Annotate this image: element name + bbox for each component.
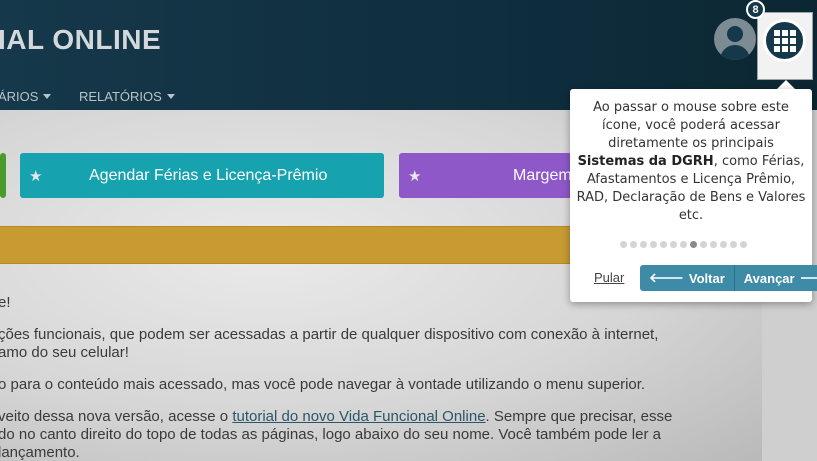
next-button[interactable]: Avançar 🡒 — [733, 265, 817, 291]
intro-text-2: amo do seu celular! — [0, 344, 129, 361]
card-label: Agendar Férias e Licença-Prêmio — [89, 166, 328, 184]
welcome-text: e! — [0, 294, 11, 311]
progress-dot — [710, 241, 717, 248]
progress-dot — [630, 241, 637, 248]
progress-dot — [650, 241, 657, 248]
intro-text-5: do no canto direito do topo de todas as … — [0, 426, 661, 443]
back-button[interactable]: 🡐 Voltar — [640, 265, 734, 291]
arrow-right-icon: 🡒 — [800, 270, 817, 286]
progress-dot — [660, 241, 667, 248]
card-label: Margem — [513, 166, 572, 184]
progress-dot — [620, 241, 627, 248]
nav-item-relatorios[interactable]: RELATÓRIOS — [79, 89, 175, 104]
intro-text-6: lançamento. — [0, 444, 80, 461]
progress-dot — [700, 241, 707, 248]
user-avatar-icon[interactable] — [714, 18, 756, 60]
next-label: Avançar — [743, 270, 795, 286]
intro-text-1: ções funcionais, que podem ser acessadas… — [0, 326, 659, 343]
tour-step-badge: 8 — [746, 0, 765, 19]
star-icon: ★ — [29, 168, 43, 185]
caret-down-icon — [43, 94, 52, 99]
nav-item-usuarios[interactable]: ÁRIOS — [0, 89, 52, 104]
progress-dot — [730, 241, 737, 248]
progress-dot — [690, 241, 697, 248]
caret-down-icon — [166, 94, 175, 99]
progress-dot — [680, 241, 687, 248]
apps-grid-icon[interactable] — [763, 19, 806, 62]
intro-text-4: veito dessa nova versão, acesse o tutori… — [0, 408, 672, 425]
arrow-left-icon: 🡐 — [649, 270, 684, 285]
progress-dot — [670, 241, 677, 248]
tour-nav-buttons: 🡐 Voltar Avançar 🡒 — [640, 265, 817, 291]
back-label: Voltar — [688, 270, 725, 286]
intro-text-prefix: veito dessa nova versão, acesse o — [0, 408, 233, 425]
shortcut-card-green[interactable] — [0, 153, 6, 198]
progress-dot — [720, 241, 727, 248]
popover-text-bold: Sistemas da DGRH — [577, 154, 714, 169]
tour-progress-dots — [620, 241, 747, 248]
intro-text-suffix: . Sempre que precisar, esse — [485, 408, 673, 425]
progress-dot — [740, 241, 747, 248]
shortcut-card-ferias[interactable]: ★ Agendar Férias e Licença-Prêmio — [20, 153, 384, 198]
popover-text-before: Ao passar o mouse sobre este ícone, você… — [593, 100, 789, 151]
star-icon: ★ — [408, 168, 422, 185]
intro-text-3: o para o conteúdo mais acessado, mas voc… — [0, 376, 646, 393]
popover-text: Ao passar o mouse sobre este ícone, você… — [576, 99, 806, 225]
app-title: IAL ONLINE — [0, 24, 162, 55]
progress-dot — [640, 241, 647, 248]
tutorial-link[interactable]: tutorial do novo Vida Funcional Online — [232, 408, 485, 425]
shortcut-card-margem[interactable]: ★ Margem — [399, 153, 599, 198]
nav-item-label: RELATÓRIOS — [79, 89, 162, 104]
nav-item-label: ÁRIOS — [0, 89, 39, 104]
tour-popover: Ao passar o mouse sobre este ícone, você… — [570, 89, 817, 302]
skip-link[interactable]: Pular — [594, 270, 624, 285]
